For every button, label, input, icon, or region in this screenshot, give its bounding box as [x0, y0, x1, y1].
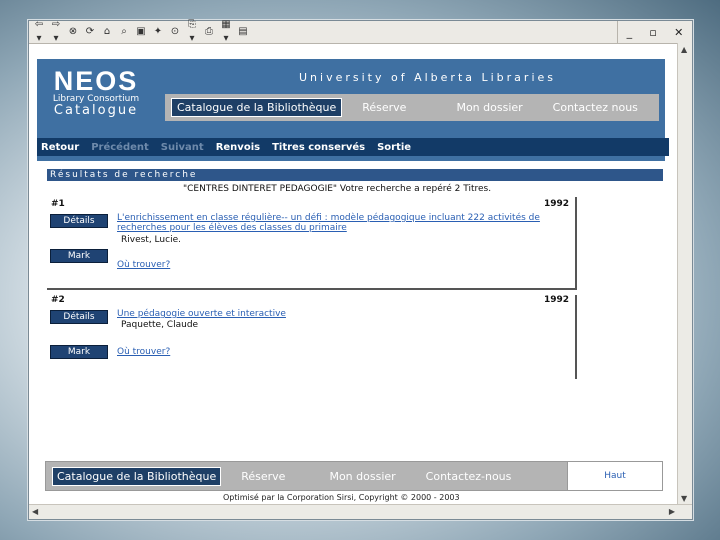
logo-main: NEOS — [53, 66, 139, 96]
neos-logo[interactable]: NEOS Library Consortium Catalogue — [37, 59, 155, 127]
browser-window: ⇦ ▾ ⇨ ▾ ⊗ ⟳ ⌂ ⌕ ▣ ✦ ⊙ ⎘ ▾ ⎙ ▦ ▾ ▤ _ ▫ ✕ … — [28, 18, 693, 520]
back-to-top-link[interactable]: Haut — [567, 462, 662, 490]
mark-button[interactable]: Mark — [50, 249, 108, 263]
where-to-find-link[interactable]: Où trouver? — [117, 347, 170, 357]
where-to-find-link[interactable]: Où trouver? — [117, 260, 170, 270]
bottom-nav-catalogue[interactable]: Catalogue de la Bibliothèque — [52, 466, 222, 486]
favorites-icon[interactable]: ▣ — [135, 25, 147, 39]
nav-contactez[interactable]: Contactez nous — [543, 101, 648, 114]
cmd-suivant: Suivant — [160, 141, 204, 153]
record-title-link[interactable]: L'enrichissement en classe régulière-- u… — [117, 213, 567, 233]
minimize-icon[interactable]: _ — [627, 26, 633, 39]
record-year: 1992 — [543, 295, 569, 305]
page-content: NEOS Library Consortium Catalogue Univer… — [37, 59, 669, 505]
record-year: 1992 — [543, 199, 569, 209]
close-icon[interactable]: ✕ — [674, 26, 683, 39]
restore-icon[interactable]: ▫ — [649, 26, 656, 39]
print-icon[interactable]: ⎙ — [203, 25, 215, 39]
window-controls: _ ▫ ✕ — [617, 21, 692, 44]
bottom-nav-mon-dossier[interactable]: Mon dossier — [319, 470, 405, 483]
result-record: #2 1992 Détails Une pédagogie ouverte et… — [47, 295, 577, 379]
cmd-sortie[interactable]: Sortie — [377, 142, 411, 153]
record-author: Paquette, Claude — [121, 320, 199, 330]
nav-mon-dossier[interactable]: Mon dossier — [446, 101, 532, 114]
result-record: #1 1992 Détails L'enrichissement en clas… — [47, 197, 577, 290]
record-number: #1 — [51, 199, 65, 209]
details-button[interactable]: Détails — [50, 214, 108, 228]
details-button[interactable]: Détails — [50, 310, 108, 324]
refresh-icon[interactable]: ⟳ — [84, 25, 96, 39]
record-number: #2 — [51, 295, 65, 305]
cmd-retour[interactable]: Retour — [41, 142, 79, 153]
browser-toolbar: ⇦ ▾ ⇨ ▾ ⊗ ⟳ ⌂ ⌕ ▣ ✦ ⊙ ⎘ ▾ ⎙ ▦ ▾ ▤ — [29, 18, 623, 46]
university-title: University of Alberta Libraries — [299, 71, 556, 84]
bottom-nav-reserve[interactable]: Réserve — [231, 470, 295, 483]
cmd-renvois[interactable]: Renvois — [216, 142, 260, 153]
cmd-precedent: Précédent — [91, 141, 149, 153]
discuss-icon[interactable]: ▤ — [237, 25, 249, 39]
search-icon[interactable]: ⌕ — [118, 25, 130, 39]
nav-catalogue[interactable]: Catalogue de la Bibliothèque — [171, 98, 343, 117]
forward-icon[interactable]: ⇨ ▾ — [50, 18, 62, 46]
scroll-down-icon[interactable]: ▼ — [681, 494, 687, 503]
scroll-up-icon[interactable]: ▲ — [681, 45, 687, 54]
header-banner: NEOS Library Consortium Catalogue Univer… — [37, 59, 669, 161]
bottom-nav: Catalogue de la Bibliothèque Réserve Mon… — [45, 461, 663, 491]
record-author: Rivest, Lucie. — [121, 235, 181, 245]
cmd-titres-conserves[interactable]: Titres conservés — [272, 142, 365, 153]
media-icon[interactable]: ⊙ — [169, 25, 181, 39]
mail-icon[interactable]: ⎘ ▾ — [186, 18, 198, 46]
logo-catalogue: Catalogue — [53, 103, 139, 118]
top-nav: Catalogue de la Bibliothèque Réserve Mon… — [165, 94, 659, 121]
bottom-nav-items: Catalogue de la Bibliothèque Réserve Mon… — [46, 462, 568, 490]
results-heading: Résultats de recherche — [47, 169, 663, 181]
nav-reserve[interactable]: Réserve — [352, 101, 416, 114]
copyright-footer: Optimisé par la Corporation Sirsi, Copyr… — [223, 493, 460, 502]
record-title-link[interactable]: Une pédagogie ouverte et interactive — [117, 309, 567, 319]
search-summary: "CENTRES DINTERET PEDAGOGIE" Votre reche… — [183, 184, 492, 194]
horizontal-scrollbar[interactable]: ◀ ▶ — [29, 504, 692, 519]
home-icon[interactable]: ⌂ — [101, 25, 113, 39]
scroll-right-icon[interactable]: ▶ — [669, 507, 675, 516]
mark-button[interactable]: Mark — [50, 345, 108, 359]
scroll-left-icon[interactable]: ◀ — [32, 507, 38, 516]
history-icon[interactable]: ✦ — [152, 25, 164, 39]
command-bar: Retour Précédent Suivant Renvois Titres … — [37, 138, 669, 156]
stop-icon[interactable]: ⊗ — [67, 25, 79, 39]
bottom-nav-contactez[interactable]: Contactez-nous — [416, 470, 522, 483]
vertical-scrollbar[interactable]: ▲ ▼ — [677, 43, 692, 505]
edit-icon[interactable]: ▦ ▾ — [220, 18, 232, 46]
back-icon[interactable]: ⇦ ▾ — [33, 18, 45, 46]
